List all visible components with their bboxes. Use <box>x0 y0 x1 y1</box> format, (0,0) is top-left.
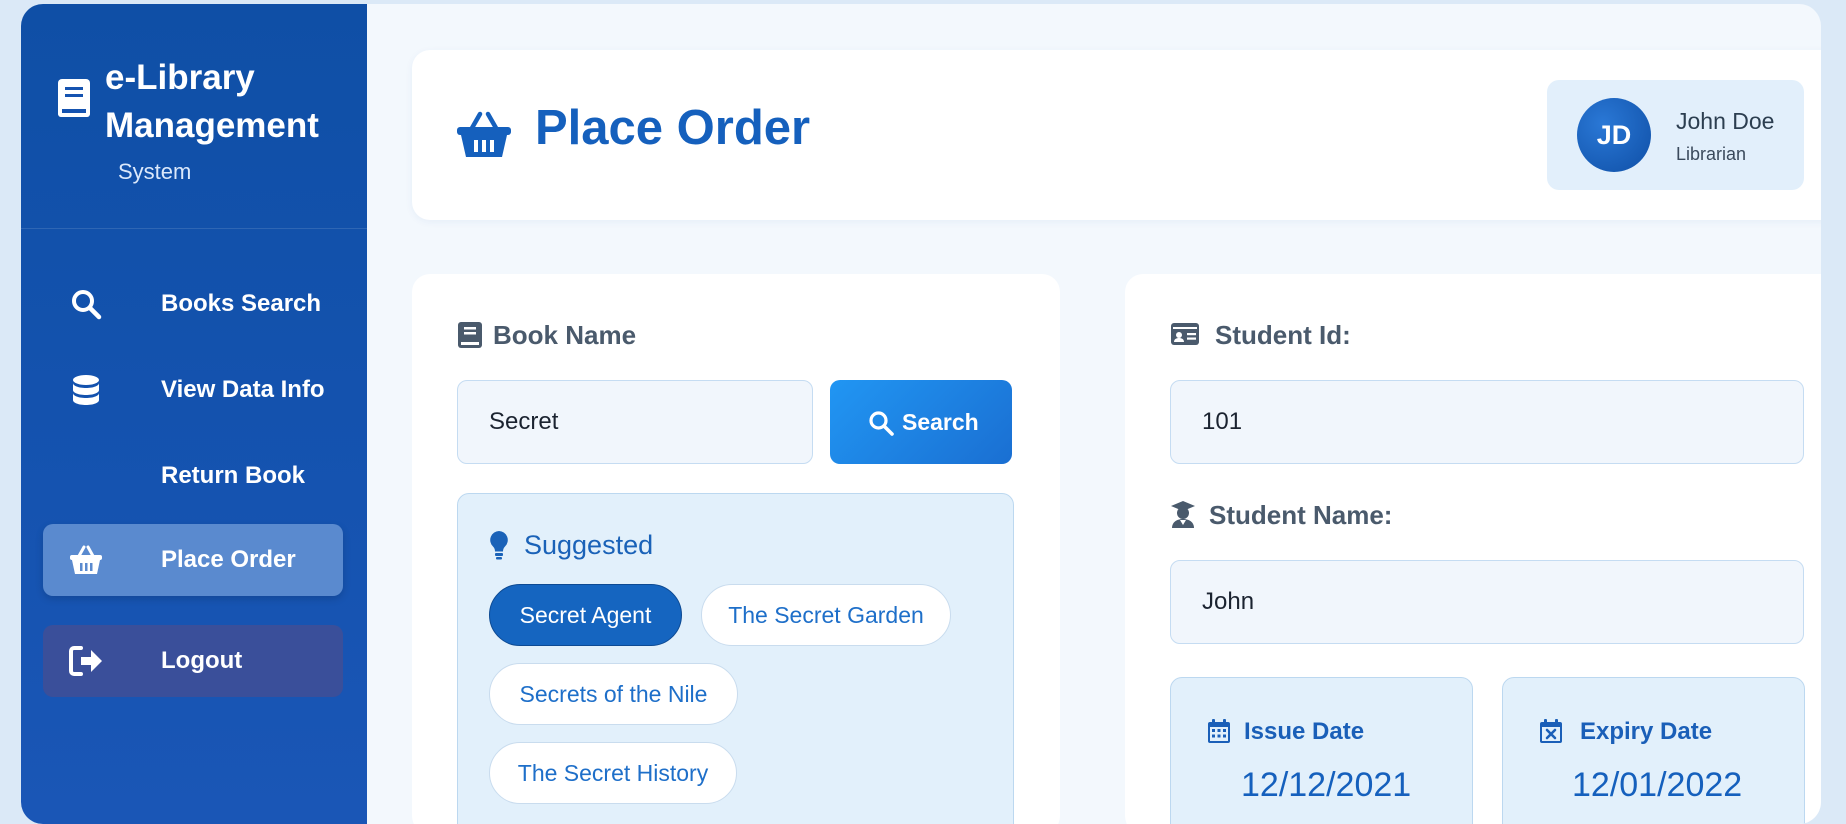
id-card-icon <box>1171 323 1199 345</box>
user-name: John Doe <box>1676 108 1775 134</box>
book-panel: Book Name Search Suggested Secret Agent … <box>412 274 1060 824</box>
issue-date-card: Issue Date 12/12/2021 <box>1170 677 1473 824</box>
issue-date-label: Issue Date <box>1244 718 1365 745</box>
suggestions-box: Suggested Secret Agent The Secret Garden… <box>457 493 1014 824</box>
student-name-label: Student Name: <box>1209 500 1393 530</box>
logout-icon <box>69 646 102 676</box>
suggestion-chip[interactable]: Secrets of the Nile <box>489 663 738 725</box>
brand-subtitle: System <box>118 159 192 184</box>
sidebar-item-books-search[interactable]: Books Search <box>43 268 343 340</box>
logout-button[interactable]: Logout <box>43 625 343 697</box>
avatar: JD <box>1577 98 1651 172</box>
search-icon <box>869 411 894 436</box>
graduate-icon <box>1171 501 1195 528</box>
sidebar-item-label: Place Order <box>161 546 296 573</box>
suggestion-chip-selected[interactable]: Secret Agent <box>489 584 682 646</box>
basket-icon <box>457 111 511 157</box>
database-icon <box>73 375 99 405</box>
sidebar: e-Library Management System Books Search… <box>21 4 367 824</box>
book-name-label: Book Name <box>493 320 637 350</box>
page-title: Place Order <box>535 101 811 155</box>
issue-date-value: 12/12/2021 <box>1241 766 1412 804</box>
sidebar-item-label: Books Search <box>161 290 322 317</box>
brand: e-Library Management System <box>21 4 367 229</box>
suggestion-chip[interactable]: The Secret Garden <box>701 584 951 646</box>
page-header: Place Order JD John Doe Librarian <box>412 50 1821 220</box>
book-name-input[interactable] <box>457 380 813 464</box>
app-window: e-Library Management System Books Search… <box>21 4 1821 824</box>
expiry-date-card: Expiry Date 12/01/2022 <box>1502 677 1805 824</box>
user-card[interactable]: JD John Doe Librarian <box>1547 80 1804 190</box>
student-id-label: Student Id: <box>1215 320 1351 350</box>
search-icon <box>72 290 102 320</box>
sidebar-item-label: Logout <box>161 647 243 674</box>
suggested-heading: Suggested <box>524 530 654 560</box>
student-panel: Student Id: Student Name: Issue <box>1125 274 1821 824</box>
expiry-date-value: 12/01/2022 <box>1572 766 1743 804</box>
search-button[interactable]: Search <box>830 380 1012 464</box>
book-icon <box>458 322 482 348</box>
sidebar-item-view-data-info[interactable]: View Data Info <box>43 354 343 426</box>
user-role: Librarian <box>1676 144 1747 164</box>
expiry-date-label: Expiry Date <box>1580 718 1713 745</box>
suggestion-chip[interactable]: The Secret History <box>489 742 737 804</box>
sidebar-item-label: View Data Info <box>161 376 325 403</box>
sidebar-item-place-order[interactable]: Place Order <box>43 524 343 596</box>
student-name-input[interactable] <box>1170 560 1804 644</box>
student-id-input[interactable] <box>1170 380 1804 464</box>
search-button-label: Search <box>902 409 979 435</box>
calendar-x-icon <box>1540 719 1562 743</box>
sidebar-item-label: Return Book <box>161 462 305 489</box>
sidebar-item-return-book[interactable]: Return Book <box>43 440 343 512</box>
basket-icon <box>70 545 102 574</box>
brand-title: e-Library Management <box>105 58 319 145</box>
book-icon <box>58 79 90 117</box>
calendar-icon <box>1208 719 1230 743</box>
lightbulb-icon <box>490 531 508 560</box>
